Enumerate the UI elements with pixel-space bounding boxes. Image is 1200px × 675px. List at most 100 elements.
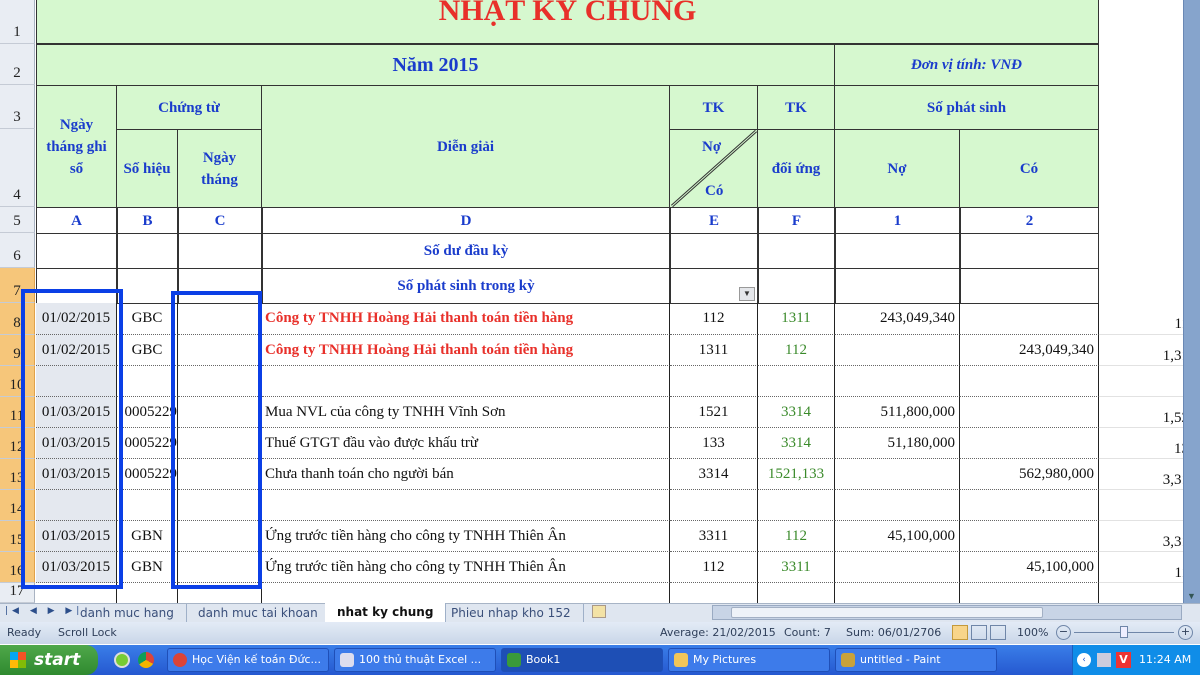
row-header[interactable]: 2 [0,44,35,85]
cell-extra[interactable] [1099,490,1183,521]
header-no-co[interactable]: Nợ Có [669,129,758,208]
cell-no[interactable]: 0005229 [117,428,178,459]
empty-cell[interactable] [117,233,178,269]
cell-no[interactable]: 0005229 [117,397,178,428]
cell-desc[interactable]: Ứng trước tiền hàng cho công ty TNHH Thi… [262,521,670,552]
cell-no[interactable]: GBN [117,521,178,552]
empty-cell[interactable] [36,233,117,269]
header-debit[interactable]: Nợ [834,129,960,208]
cell-contra[interactable]: 3314 [758,428,835,459]
cell-credit[interactable]: 243,049,340 [960,335,1099,366]
cell-tk[interactable]: 112 [670,552,758,583]
cell-debit[interactable] [835,366,960,397]
empty-cell[interactable] [960,268,1099,304]
empty-cell[interactable] [117,268,178,304]
cell-extra[interactable]: 13 [1099,428,1183,459]
cell-credit[interactable] [960,366,1099,397]
empty-cell[interactable] [835,268,960,304]
unikey-icon[interactable]: V [1116,652,1131,668]
vertical-scrollbar[interactable]: ▼ [1183,0,1200,603]
empty-cell[interactable] [835,233,960,269]
row-header[interactable]: 3 [0,85,35,129]
row-header[interactable]: 4 [0,129,35,207]
cell-no[interactable]: GBN [117,552,178,583]
row-header[interactable]: 1 [0,0,35,44]
horizontal-scroll-thumb[interactable] [731,607,1043,618]
cell-extra[interactable]: 11 [1099,552,1183,583]
column-code-cell[interactable]: F [758,207,835,234]
cell-extra[interactable]: 1,31 [1099,335,1183,366]
cell-no[interactable]: GBC [117,335,178,366]
header-credit[interactable]: Có [959,129,1099,208]
zoom-out-icon[interactable]: − [1056,625,1071,640]
cell-desc[interactable]: Mua NVL của công ty TNHH Vĩnh Sơn [262,397,670,428]
year-cell[interactable]: Năm 2015 [36,44,835,86]
header-voucher[interactable]: Chứng từ [116,85,262,130]
cell-debit[interactable] [835,459,960,490]
opening-balance-cell[interactable]: Số dư đầu kỳ [262,233,670,269]
cell-tk[interactable]: 133 [670,428,758,459]
cell-no[interactable] [117,490,178,521]
taskbar-item-word[interactable]: 100 thủ thuật Excel ... [334,648,496,672]
cell-extra[interactable] [1099,366,1183,397]
cell-debit[interactable]: 511,800,000 [835,397,960,428]
empty-cell[interactable] [960,233,1099,269]
row-header[interactable]: 6 [0,233,35,268]
cell-desc[interactable]: Công ty TNHH Hoàng Hải thanh toán tiền h… [262,303,670,335]
cell-no[interactable]: 0005229 [117,459,178,490]
cell-desc[interactable]: Chưa thanh toán cho người bán [262,459,670,490]
empty-cell[interactable] [960,583,1099,603]
cell-extra[interactable]: 1,52 [1099,397,1183,428]
cell-tk[interactable] [670,366,758,397]
cell-contra[interactable]: 112 [758,521,835,552]
column-code-cell[interactable]: B [117,207,178,234]
cell-extra[interactable]: 3,31 [1099,459,1183,490]
column-code-cell[interactable]: A [36,207,117,234]
tab-nhat-ky-chung[interactable]: nhat ky chung [325,603,447,622]
column-code-cell[interactable]: D [262,207,670,234]
header-tk-contra[interactable]: TK [757,85,835,130]
taskbar-item-chrome[interactable]: Học Viện kế toán Đức... [167,648,329,672]
cell-no[interactable] [117,366,178,397]
cell-debit[interactable]: 45,100,000 [835,521,960,552]
insert-sheet-icon[interactable] [592,605,606,618]
tray-expand-icon[interactable]: ‹ [1077,653,1091,667]
cell-debit[interactable]: 243,049,340 [835,303,960,335]
zoom-in-icon[interactable]: + [1178,625,1193,640]
cell-contra[interactable]: 1311 [758,303,835,335]
empty-cell[interactable]: ▼ [670,268,758,304]
cell-contra[interactable] [758,490,835,521]
tab-danh-muc-hang[interactable]: danh muc hang [68,604,187,622]
empty-cell[interactable] [835,583,960,603]
cell-credit[interactable]: 45,100,000 [960,552,1099,583]
chrome-icon[interactable] [138,652,154,668]
column-code-cell[interactable]: E [670,207,758,234]
cell-credit[interactable] [960,397,1099,428]
cell-contra[interactable]: 1521,133 [758,459,835,490]
empty-cell[interactable] [758,233,835,269]
tab-danh-muc-tai-khoan[interactable]: danh muc tai khoan [186,604,331,622]
cell-desc[interactable]: Ứng trước tiền hàng cho công ty TNHH Thi… [262,552,670,583]
cell-extra[interactable]: 3,31 [1099,521,1183,552]
tab-phieu-nhap-kho-152[interactable]: Phieu nhap kho 152 [439,604,584,622]
cell-contra[interactable] [758,366,835,397]
cell-credit[interactable] [960,490,1099,521]
cell-desc[interactable]: Công ty TNHH Hoàng Hải thanh toán tiền h… [262,335,670,366]
scroll-down-arrow-icon[interactable]: ▼ [1187,591,1196,601]
network-icon[interactable] [1097,653,1111,667]
cell-desc[interactable] [262,366,670,397]
cell-desc[interactable] [262,490,670,521]
header-amount[interactable]: Số phát sinh [834,85,1099,130]
normal-view-button[interactable] [952,625,968,640]
cell-credit[interactable]: 562,980,000 [960,459,1099,490]
page-layout-view-button[interactable] [971,625,987,640]
cell-credit[interactable] [960,303,1099,335]
header-tk[interactable]: TK [669,85,758,130]
empty-cell[interactable] [670,233,758,269]
quicklaunch-app-icon[interactable] [114,652,130,668]
filter-dropdown-icon[interactable]: ▼ [739,287,755,301]
cell-credit[interactable] [960,521,1099,552]
title-cell[interactable]: NHẬT KÝ CHUNG [36,0,1099,44]
cell-debit[interactable] [835,335,960,366]
cell-tk[interactable]: 3314 [670,459,758,490]
